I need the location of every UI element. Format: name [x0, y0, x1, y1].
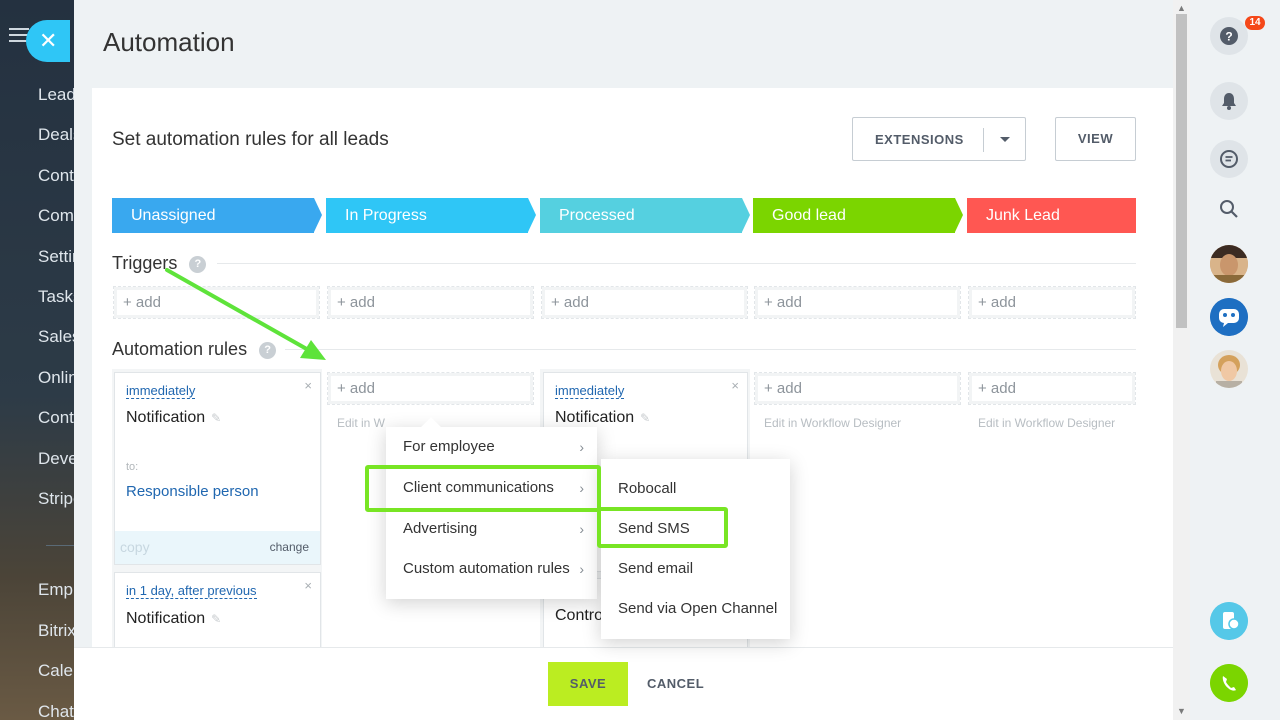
stage-unassigned[interactable]: Unassigned	[112, 198, 322, 233]
notification-badge: 14	[1245, 16, 1265, 30]
rule-timing[interactable]: immediately	[555, 383, 625, 399]
nav-item-developer[interactable]: Developer	[38, 449, 74, 469]
stage-in-progress[interactable]: In Progress	[326, 198, 536, 233]
rule-title: Notification	[126, 409, 206, 426]
rule-card[interactable]: immediately × Notification ✎ to: Responsi…	[114, 372, 321, 565]
change-link[interactable]: change	[270, 540, 309, 554]
bell-icon	[1222, 93, 1236, 110]
question-icon: ?	[1220, 27, 1238, 45]
save-button[interactable]: SAVE	[548, 662, 628, 706]
group-chat-icon[interactable]	[1210, 298, 1248, 336]
nav-item-stripe[interactable]: Stripe	[38, 489, 74, 509]
menu-item-custom-automation-rules[interactable]: Custom automation rules ›	[386, 549, 597, 589]
nav-item-deals[interactable]: Deals	[38, 125, 74, 145]
rule-title: Notification	[555, 409, 635, 426]
close-icon: ✕	[39, 28, 58, 53]
avatar[interactable]	[1210, 245, 1248, 283]
svg-text:?: ?	[1225, 30, 1232, 44]
pencil-icon[interactable]: ✎	[211, 612, 221, 626]
scroll-up-icon[interactable]: ▲	[1177, 3, 1186, 13]
nav-item-chat[interactable]: Chat	[38, 702, 74, 720]
rule-add-in-progress[interactable]: + add	[327, 372, 534, 405]
add-rule-menu: For employee › Client communications › Adv…	[386, 417, 597, 599]
help-icon[interactable]: ?	[259, 342, 277, 359]
rule-recipient[interactable]: Responsible person	[126, 483, 259, 500]
workflow-designer-link[interactable]: Edit in Workflow Designer	[764, 416, 901, 430]
nav-divider	[46, 545, 74, 546]
chevron-down-icon[interactable]	[1000, 137, 1010, 142]
trigger-add-processed[interactable]: + add	[541, 286, 748, 319]
page-subtitle: Set automation rules for all leads	[112, 129, 389, 150]
workflow-designer-link[interactable]: Edit in Workflow Designer	[978, 416, 1115, 430]
page-title: Automation	[103, 27, 235, 57]
messenger-button[interactable]	[1210, 140, 1248, 178]
close-panel-button[interactable]: ✕	[26, 20, 70, 62]
nav-item-employees[interactable]: Employees	[38, 580, 74, 600]
close-icon[interactable]: ×	[304, 578, 312, 593]
scrollbar-thumb[interactable]	[1176, 14, 1187, 328]
nav-item-contact[interactable]: Contact	[38, 408, 74, 428]
menu-item-advertising[interactable]: Advertising ›	[386, 509, 597, 549]
automation-rules-title: Automation rules?	[112, 339, 277, 360]
extensions-label: EXTENSIONS	[875, 132, 964, 147]
menu-item-send-via-open-channel[interactable]: Send via Open Channel	[601, 589, 790, 629]
rule-timing[interactable]: in 1 day, after previous	[126, 583, 257, 599]
cancel-button[interactable]: CANCEL	[647, 662, 704, 706]
highlight-client-communications	[365, 465, 601, 512]
nav-item-calendar[interactable]: Calendar	[38, 661, 74, 681]
stage-processed[interactable]: Processed	[540, 198, 750, 233]
avatar[interactable]	[1210, 350, 1248, 388]
copy-link[interactable]: copy	[120, 539, 150, 555]
nav-item-companies[interactable]: Companies	[38, 206, 74, 226]
call-transfer-icon[interactable]	[1210, 602, 1248, 640]
help-button[interactable]: ?	[1210, 17, 1248, 55]
trigger-add-good-lead[interactable]: + add	[754, 286, 961, 319]
left-sidebar: Leads Deals Contacts Companies Settings …	[0, 0, 74, 720]
nav-item-sales[interactable]: Sales	[38, 327, 74, 347]
rule-to-label: to:	[126, 461, 139, 473]
highlight-send-sms	[597, 507, 728, 548]
scroll-down-icon[interactable]: ▼	[1177, 706, 1186, 716]
close-icon[interactable]: ×	[731, 378, 739, 393]
pencil-icon[interactable]: ✎	[211, 411, 221, 425]
bottom-action-bar: SAVE CANCEL	[74, 647, 1173, 720]
trigger-add-in-progress[interactable]: + add	[327, 286, 534, 319]
rule-title: Notification	[126, 610, 206, 627]
triggers-title: Triggers?	[112, 253, 207, 274]
notifications-button[interactable]	[1210, 82, 1248, 120]
menu-item-robocall[interactable]: Robocall	[601, 469, 790, 509]
rule-title: Contro	[555, 607, 604, 624]
scrollbar[interactable]: ▲ ▼	[1173, 0, 1190, 720]
search-icon[interactable]	[1219, 199, 1239, 224]
trigger-add-unassigned[interactable]: + add	[113, 286, 320, 319]
chat-icon	[1220, 150, 1238, 168]
right-rail: ? 14	[1190, 0, 1280, 720]
rule-timing[interactable]: immediately	[126, 383, 196, 399]
nav-item-leads[interactable]: Leads	[38, 85, 74, 105]
phone-icon[interactable]	[1210, 664, 1248, 702]
pencil-icon[interactable]: ✎	[640, 411, 650, 425]
stage-junk-lead[interactable]: Junk Lead	[967, 198, 1136, 233]
trigger-add-junk-lead[interactable]: + add	[968, 286, 1136, 319]
menu-item-send-email[interactable]: Send email	[601, 549, 790, 589]
help-icon[interactable]: ?	[189, 256, 207, 273]
nav-item-tasks[interactable]: Tasks	[38, 287, 74, 307]
rule-add-good-lead[interactable]: + add	[754, 372, 961, 405]
chevron-right-icon: ›	[579, 439, 584, 455]
workflow-designer-link[interactable]: Edit in W	[337, 416, 385, 430]
chevron-right-icon: ›	[579, 521, 584, 537]
close-icon[interactable]: ×	[304, 378, 312, 393]
nav-item-bitrix[interactable]: Bitrix	[38, 621, 74, 641]
rule-add-junk-lead[interactable]: + add	[968, 372, 1136, 405]
menu-item-for-employee[interactable]: For employee ›	[386, 427, 597, 467]
nav-item-online[interactable]: Online	[38, 368, 74, 388]
chevron-right-icon: ›	[579, 561, 584, 577]
stage-good-lead[interactable]: Good lead	[753, 198, 963, 233]
client-communications-submenu: Robocall Send SMS Send email Send via Op…	[601, 459, 790, 639]
extensions-button[interactable]: EXTENSIONS	[852, 117, 1026, 161]
nav-item-contacts[interactable]: Contacts	[38, 166, 74, 186]
view-button[interactable]: VIEW	[1055, 117, 1136, 161]
nav-item-settings[interactable]: Settings	[38, 247, 74, 267]
